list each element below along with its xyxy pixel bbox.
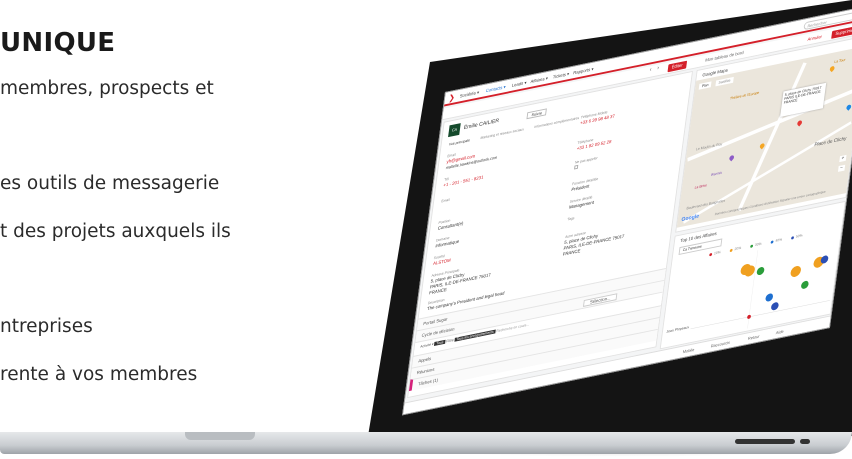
deal-point[interactable]	[747, 314, 751, 320]
legend-label: 40%	[775, 237, 783, 243]
laptop-notch	[185, 432, 255, 440]
deal-point[interactable]	[771, 302, 779, 311]
menu-tickets[interactable]: Tickets ▾	[552, 71, 570, 80]
menu-leads[interactable]: Leads ▾	[511, 80, 527, 89]
deal-point[interactable]	[765, 293, 774, 302]
feature-line-3: t des projets auxquels ils	[0, 221, 231, 242]
deal-point[interactable]	[756, 266, 765, 276]
map-label: La Tour	[834, 57, 846, 64]
map-label: La Brise	[694, 183, 708, 190]
map-poi-icon	[728, 154, 735, 162]
follow-button[interactable]: Suivre	[526, 108, 548, 120]
activity-search-input[interactable]: Recherche en cours...	[496, 323, 529, 334]
do-not-call-checkbox[interactable]	[574, 164, 579, 170]
laptop-base	[0, 432, 852, 454]
next-record-button[interactable]: ›	[657, 65, 660, 71]
activity-filter[interactable]: Activité ▾	[420, 342, 434, 349]
map-type-satellite[interactable]: Satellite	[715, 76, 734, 87]
footer-help-link[interactable]: Aide	[776, 329, 784, 335]
contact-name: Émilie CAILIER	[463, 118, 500, 132]
contact-avatar: CA	[448, 123, 461, 138]
section-label: Tâches (1)	[417, 377, 439, 387]
page: UNIQUE membres, prospects et es outils d…	[0, 0, 852, 459]
feature-line-1: membres, prospects et	[0, 78, 214, 99]
footer-mobile-link[interactable]: Mobile	[683, 347, 695, 354]
zoom-in-button[interactable]: +	[839, 154, 847, 163]
headline: UNIQUE	[0, 28, 116, 58]
google-logo: Google	[680, 213, 700, 224]
map-label: Warmix	[710, 170, 723, 177]
deal-point[interactable]	[820, 255, 829, 264]
map-type-plan[interactable]: Plan	[698, 81, 712, 90]
zoom-out-button[interactable]: −	[837, 164, 846, 172]
feature-line-5: rente à vos membres	[0, 364, 198, 385]
menu-deals[interactable]: Affaires ▾	[530, 76, 548, 85]
field-label: Email	[441, 197, 450, 204]
map-label: Place de Clichy	[813, 135, 847, 149]
menu-companies[interactable]: Sociétés ▾	[459, 90, 480, 100]
tab-marketing[interactable]: Marketing et réseaux sociaux	[480, 127, 524, 140]
delete-button[interactable]: Supprimer	[831, 25, 852, 39]
map-poi-icon	[845, 103, 852, 111]
prev-record-button[interactable]: ‹	[649, 67, 652, 73]
field-label: Tags	[567, 216, 575, 222]
map-info-popup: 5, place de Clichy 75017 PARIS ILE-DE-FR…	[780, 82, 827, 117]
menu-reports[interactable]: Rapports ▾	[573, 66, 594, 76]
map-road	[737, 62, 807, 211]
tab-extra-info[interactable]: Informations complémentaires	[534, 116, 579, 129]
menu-contacts[interactable]: Contacts ▾	[485, 84, 506, 94]
legend-dot	[729, 248, 733, 253]
laptop-port	[735, 439, 795, 444]
filter-all[interactable]: Tous	[434, 339, 446, 346]
footer-shortcuts-link[interactable]: Raccourcis	[710, 340, 730, 349]
legend-label: 10%	[713, 250, 721, 256]
legend-dot	[770, 240, 774, 244]
legend-dot	[750, 244, 754, 249]
contact-record-panel: CA Émilie CAILIER Suivre Vue principale …	[407, 70, 693, 399]
cancel-button[interactable]: Annuler	[807, 34, 822, 42]
map-poi-icon	[828, 65, 836, 73]
phone-value[interactable]: +1 - 201 - 551 - 8231	[443, 175, 484, 188]
legend-dot	[709, 252, 713, 257]
app-logo-icon: ❯	[448, 92, 456, 103]
laptop-port	[800, 439, 810, 444]
legend-label: 50%	[795, 233, 803, 239]
feature-line-2: es outils de messagerie	[0, 173, 220, 194]
deal-point[interactable]	[790, 265, 802, 278]
map-label: Théâtre de l'Europe	[729, 90, 760, 101]
chart-y-label: Jean Phrpeaux	[666, 325, 690, 334]
legend-dot	[790, 236, 795, 240]
filter-button[interactable]: Filtre	[446, 338, 454, 343]
map-road	[687, 86, 852, 162]
deal-point[interactable]	[801, 280, 809, 289]
edit-button[interactable]: Éditer	[667, 60, 687, 73]
location-pin-icon[interactable]	[796, 119, 803, 127]
footer-feedback-link[interactable]: Retour	[748, 334, 760, 341]
tab-main-view[interactable]: Vue principale	[449, 138, 471, 146]
field-label: Ne pas appeler	[574, 156, 598, 165]
section-label: Appels	[418, 356, 432, 364]
legend-label: 30%	[754, 241, 762, 248]
feature-line-4: ntreprises	[0, 316, 93, 337]
legend-label: 20%	[734, 245, 742, 252]
